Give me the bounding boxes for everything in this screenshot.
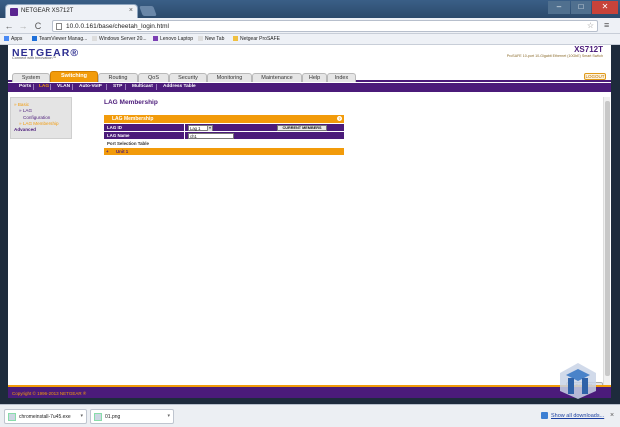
address-bar[interactable]: 10.0.0.161/base/cheetah_login.html ☆ — [52, 20, 598, 32]
leftnav-lag-membership[interactable]: » LAG Membership — [19, 121, 59, 126]
bookmark-netgear-prosafe[interactable]: Netgear ProSAFE — [233, 36, 280, 42]
netgear-favicon-icon — [10, 8, 18, 16]
subnav-divider — [50, 84, 51, 90]
apps-grid-icon — [4, 36, 9, 41]
close-window-button[interactable]: ✕ — [592, 1, 618, 14]
bookmark-apps[interactable]: Apps — [4, 36, 22, 42]
tab-maintenance[interactable]: Maintenance — [252, 73, 302, 82]
left-navigation: » Basic » LAG Configuration » LAG Member… — [10, 97, 72, 139]
leftnav-lag[interactable]: » LAG — [19, 108, 32, 113]
tab-close-icon[interactable]: × — [129, 7, 133, 14]
tab-monitoring[interactable]: Monitoring — [207, 73, 252, 82]
download-item[interactable]: chromeinstall-7u45.exe ▾ — [4, 409, 87, 424]
bookmark-teamviewer[interactable]: TeamViewer Manag... — [32, 36, 87, 42]
chrome-menu-icon[interactable]: ≡ — [604, 21, 609, 30]
downloads-bar: chromeinstall-7u45.exe ▾ 01.png ▾ Show a… — [0, 404, 620, 427]
bookmark-windows-server[interactable]: Windows Server 20... — [92, 36, 147, 42]
panel-title: LAG Membership — [112, 116, 154, 122]
subnav-lag[interactable]: LAG — [39, 84, 49, 89]
panel-header: LAG Membership ? — [104, 115, 344, 123]
show-all-downloads-link[interactable]: Show all downloads... — [541, 412, 604, 419]
leftnav-advanced[interactable]: Advanced — [14, 127, 36, 132]
browser-tab[interactable]: NETGEAR XS712T × — [5, 4, 138, 18]
lag-id-label: LAG ID — [107, 125, 122, 130]
new-tab-button[interactable] — [139, 6, 157, 16]
maximize-button[interactable]: □ — [571, 1, 591, 14]
tab-title: NETGEAR XS712T — [21, 8, 74, 14]
lag-name-row: LAG Name ch1 — [104, 131, 344, 140]
close-downloads-icon[interactable]: × — [610, 412, 614, 419]
subnav-divider — [156, 84, 157, 90]
browser-toolbar: ← → C 10.0.0.161/base/cheetah_login.html… — [0, 18, 620, 34]
page-icon — [92, 36, 97, 41]
page-title: LAG Membership — [104, 99, 158, 106]
tab-security[interactable]: Security — [169, 73, 207, 82]
expand-icon[interactable]: + — [106, 149, 109, 154]
subnav-divider — [33, 84, 34, 90]
minimize-button[interactable]: – — [548, 1, 570, 14]
model-description: ProSAFE 10-port 10-Gigabit Ethernet (10G… — [506, 54, 603, 58]
chevron-down-icon[interactable]: ▾ — [167, 413, 170, 419]
bookmark-new-tab[interactable]: New Tab — [198, 36, 224, 42]
bookmarks-bar: Apps TeamViewer Manag... Windows Server … — [0, 34, 620, 45]
subnav-divider — [72, 84, 73, 90]
teamviewer-icon — [32, 36, 37, 41]
page-footer: Copyright © 1996-2013 NETGEAR ® — [8, 385, 611, 398]
port-selection-label: Port Selection Table — [107, 141, 149, 146]
subnav-auto-voip[interactable]: Auto-VoIP — [79, 84, 102, 89]
web-page: NETGEAR® Connect with Innovation™ XS712T… — [8, 45, 611, 398]
lenovo-icon — [153, 36, 158, 41]
page-icon — [56, 23, 62, 30]
subnav-ports[interactable]: Ports — [19, 84, 31, 89]
folder-icon — [233, 36, 238, 41]
back-arrow-icon[interactable]: ← — [4, 20, 14, 32]
tab-system[interactable]: System — [12, 73, 50, 82]
leftnav-configuration[interactable]: Configuration — [23, 115, 50, 120]
chevron-down-icon[interactable]: ▾ — [80, 413, 83, 419]
watermark-logo-icon — [560, 363, 596, 399]
tab-routing[interactable]: Routing — [98, 73, 138, 82]
file-icon — [94, 413, 102, 421]
leftnav-basic[interactable]: » Basic — [14, 102, 29, 107]
reload-icon[interactable]: C — [33, 20, 43, 32]
tab-switching[interactable]: Switching — [50, 71, 98, 82]
download-item[interactable]: 01.png ▾ — [90, 409, 174, 424]
subnav-stp[interactable]: STP — [113, 84, 122, 89]
bookmark-lenovo-laptop[interactable]: Lenovo Laptop — [153, 36, 193, 42]
model-name: XS712T — [574, 45, 603, 54]
port-selection-row: Port Selection Table — [104, 139, 344, 147]
subnav-multicast[interactable]: Multicast — [132, 84, 153, 89]
subnav-address-table[interactable]: Address Table — [163, 84, 196, 89]
copyright-text: Copyright © 1996-2013 NETGEAR ® — [12, 391, 87, 396]
tagline: Connect with Innovation™ — [12, 56, 57, 60]
lag-id-row: LAG ID Lag 1 ▾ CURRENT MEMBERS — [104, 123, 344, 132]
unit-row[interactable]: + Unit 1 — [104, 147, 344, 155]
unit-label: Unit 1 — [116, 149, 129, 154]
file-icon — [8, 413, 16, 421]
subnav-divider — [125, 84, 126, 90]
subnav-divider — [106, 84, 107, 90]
main-navigation: System Switching Routing QoS Security Mo… — [8, 71, 611, 82]
forward-arrow-icon[interactable]: → — [18, 20, 28, 32]
tab-help[interactable]: Help — [302, 73, 327, 82]
scrollbar-thumb[interactable] — [605, 101, 610, 376]
logout-button[interactable]: LOGOUT — [584, 73, 606, 80]
url-text: 10.0.0.161/base/cheetah_login.html — [66, 23, 169, 30]
subnav-vlan[interactable]: VLAN — [57, 84, 70, 89]
browser-window: NETGEAR XS712T × – □ ✕ ← → C 10.0.0.161/… — [0, 0, 620, 427]
help-icon[interactable]: ? — [337, 116, 342, 121]
bookmark-star-icon[interactable]: ☆ — [587, 21, 594, 30]
tab-strip: NETGEAR XS712T × – □ ✕ — [0, 0, 620, 18]
lag-membership-panel: LAG Membership ? LAG ID Lag 1 ▾ CURRENT … — [104, 115, 344, 155]
tab-qos[interactable]: QoS — [138, 73, 169, 82]
tab-index[interactable]: Index — [327, 73, 356, 82]
sub-navigation: Ports LAG VLAN Auto-VoIP STP Multicast A… — [8, 83, 611, 92]
vertical-scrollbar[interactable] — [603, 97, 610, 385]
lag-name-label: LAG Name — [107, 133, 130, 138]
download-icon — [541, 412, 548, 419]
page-icon — [198, 36, 203, 41]
